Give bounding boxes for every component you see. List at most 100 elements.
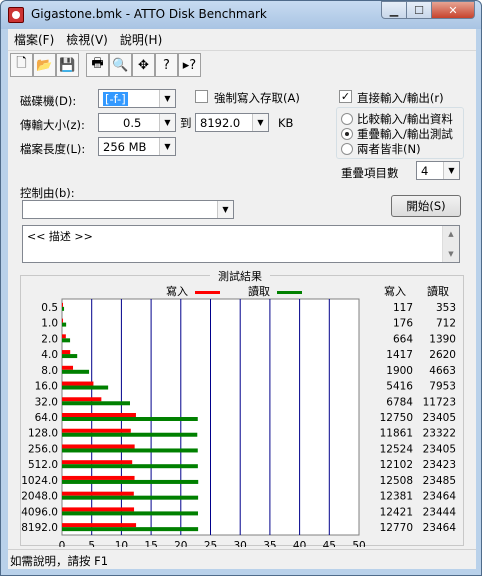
- to-label: 到: [180, 116, 192, 130]
- help-icon[interactable]: ?: [155, 53, 178, 77]
- read-value: 23485: [423, 475, 456, 487]
- write-bar: [62, 428, 131, 433]
- scroll-down-icon[interactable]: ▼: [443, 246, 459, 262]
- y-tick-label: 2.0: [41, 333, 58, 345]
- maximize-button[interactable]: ☐: [407, 1, 432, 19]
- radio-compare[interactable]: [341, 113, 353, 125]
- y-tick-label: 8192.0: [21, 522, 58, 534]
- controlled-by-select[interactable]: ▼: [22, 200, 234, 219]
- start-button[interactable]: 開始(S): [391, 195, 461, 217]
- file-length-select[interactable]: 256 MB ▼: [98, 137, 176, 156]
- radio-neither-label: 兩者皆非(N): [357, 142, 421, 156]
- chevron-down-icon[interactable]: ▼: [443, 162, 459, 179]
- file-length-label: 檔案長度(L):: [20, 142, 86, 156]
- app-icon[interactable]: [8, 7, 24, 23]
- legend-write-swatch: [195, 291, 220, 294]
- radio-neither[interactable]: [341, 143, 353, 155]
- menu-view[interactable]: 檢視(V): [60, 31, 114, 48]
- print-icon[interactable]: 🖶: [86, 53, 109, 77]
- legend-write-label: 寫入: [166, 284, 188, 298]
- legend-read-swatch: [277, 291, 302, 294]
- read-bar: [62, 338, 71, 343]
- write-bar: [62, 334, 66, 339]
- scroll-up-icon[interactable]: ▲: [443, 226, 459, 242]
- x-tick-label: 30: [234, 540, 247, 547]
- move-icon[interactable]: ✥: [132, 53, 155, 77]
- x-tick-label: 40: [293, 540, 306, 547]
- write-value: 1900: [386, 365, 413, 377]
- y-tick-label: 2048.0: [21, 491, 58, 503]
- drive-select[interactable]: [-f-] ▼: [98, 89, 176, 108]
- transfer-from-select[interactable]: 0.5 ▼: [98, 113, 176, 132]
- chevron-down-icon[interactable]: ▼: [159, 90, 175, 107]
- read-value: 23322: [423, 428, 456, 440]
- direct-io-checkbox[interactable]: ✓: [339, 90, 352, 103]
- y-tick-label: 512.0: [28, 459, 58, 471]
- x-tick-label: 50: [352, 540, 365, 547]
- x-tick-label: 45: [323, 540, 336, 547]
- read-bar: [62, 511, 198, 516]
- print-preview-icon[interactable]: 🔍: [109, 53, 132, 77]
- read-bar: [62, 306, 65, 311]
- results-title: 測試結果: [218, 269, 262, 283]
- read-value: 2620: [429, 349, 456, 361]
- toolbar: 🗋 📂 💾 🖶 🔍 ✥ ? ▸?: [10, 53, 201, 81]
- description-box[interactable]: << 描述 >> ▲ ▼: [22, 225, 460, 263]
- write-bar: [62, 302, 63, 307]
- results-panel: 測試結果寫入讀取寫入讀取05101520253035404550傳輸速率 - M…: [20, 269, 464, 565]
- write-value: 12750: [380, 412, 413, 424]
- new-icon[interactable]: 🗋: [10, 53, 33, 77]
- radio-compare-label: 比較輸入/輸出資料: [357, 112, 453, 126]
- menu-file[interactable]: 檔案(F): [8, 31, 60, 48]
- read-value: 23464: [423, 522, 457, 534]
- x-tick-label: 0: [59, 540, 66, 547]
- status-bar: 如需說明，請按 F1: [8, 549, 476, 569]
- y-tick-label: 256.0: [28, 443, 58, 455]
- direct-io-label: 直接輸入/輸出(r): [357, 91, 444, 105]
- controlled-by-label: 控制由(b):: [20, 186, 75, 200]
- queue-depth-select[interactable]: 4 ▼: [416, 161, 460, 180]
- write-value: 12102: [380, 459, 413, 471]
- results-chart: 測試結果寫入讀取寫入讀取05101520253035404550傳輸速率 - M…: [20, 269, 464, 565]
- read-value: 712: [436, 318, 456, 330]
- chevron-down-icon[interactable]: ▼: [252, 114, 268, 131]
- chevron-down-icon[interactable]: ▼: [159, 114, 175, 131]
- close-button[interactable]: ✕: [432, 1, 475, 19]
- read-bar: [62, 527, 199, 532]
- x-tick-label: 25: [204, 540, 217, 547]
- transfer-size-label: 傳輸大小(z):: [20, 118, 85, 132]
- force-write-checkbox[interactable]: [195, 90, 208, 103]
- window-title: Gigastone.bmk - ATTO Disk Benchmark: [31, 7, 267, 21]
- y-tick-label: 0.5: [41, 302, 58, 314]
- read-value: 23464: [423, 491, 457, 503]
- chevron-down-icon[interactable]: ▼: [159, 138, 175, 155]
- read-bar: [62, 464, 198, 469]
- x-tick-label: 20: [174, 540, 187, 547]
- col-read-header: 讀取: [427, 284, 449, 298]
- write-bar: [62, 444, 135, 449]
- radio-overlap[interactable]: [341, 128, 353, 140]
- write-bar: [62, 413, 136, 417]
- transfer-to-select[interactable]: 8192.0 ▼: [195, 113, 269, 132]
- write-value: 117: [393, 302, 413, 314]
- title-bar[interactable]: Gigastone.bmk - ATTO Disk Benchmark ▁ ☐ …: [1, 1, 481, 29]
- write-bar: [62, 381, 94, 386]
- chevron-down-icon[interactable]: ▼: [217, 201, 233, 218]
- write-value: 12421: [380, 506, 413, 518]
- save-icon[interactable]: 💾: [56, 53, 79, 77]
- minimize-button[interactable]: ▁: [381, 1, 407, 19]
- write-bar: [62, 491, 134, 496]
- write-value: 12524: [380, 443, 414, 455]
- context-help-icon[interactable]: ▸?: [178, 53, 201, 77]
- x-tick-label: 5: [88, 540, 95, 547]
- write-value: 5416: [386, 381, 413, 393]
- read-value: 23405: [423, 412, 456, 424]
- menu-help[interactable]: 說明(H): [114, 31, 168, 48]
- kb-label: KB: [278, 116, 294, 130]
- write-bar: [62, 475, 135, 480]
- read-value: 23423: [423, 459, 456, 471]
- open-icon[interactable]: 📂: [33, 53, 56, 77]
- description-scrollbar[interactable]: ▲ ▼: [442, 226, 459, 262]
- legend-read-label: 讀取: [248, 284, 270, 298]
- force-write-label: 強制寫入存取(A): [214, 91, 300, 105]
